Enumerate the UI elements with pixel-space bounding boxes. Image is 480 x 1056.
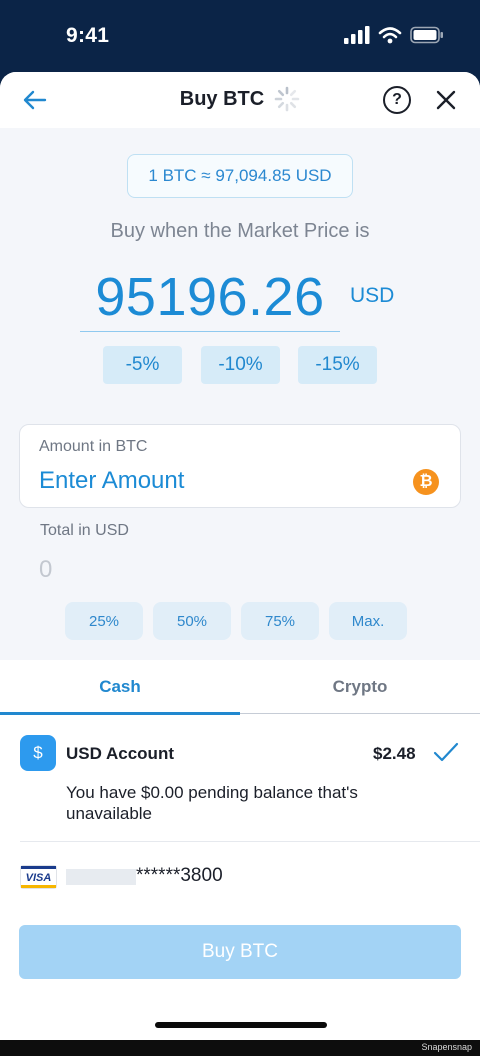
loading-spinner-icon xyxy=(274,86,300,112)
wifi-icon xyxy=(378,27,402,44)
close-button[interactable] xyxy=(432,86,460,114)
price-adjust-button[interactable]: -5% xyxy=(103,346,182,384)
page-title: Buy BTC xyxy=(179,87,265,110)
tab-cash-label: Cash xyxy=(99,677,141,696)
allocation-button[interactable]: 75% xyxy=(241,602,319,640)
dollar-icon: $ xyxy=(20,735,56,771)
market-price-input[interactable]: 95196.26 xyxy=(80,262,340,332)
status-time: 9:41 xyxy=(66,24,110,47)
account-balance: $2.48 xyxy=(373,744,416,763)
total-value: 0 xyxy=(39,556,53,583)
visa-card-icon: VISA xyxy=(20,865,57,889)
bitcoin-icon: ₿ xyxy=(413,469,439,495)
active-tab-indicator xyxy=(0,712,240,715)
payment-tabs: Cash Crypto xyxy=(0,660,480,715)
card-number: ******3800 xyxy=(136,865,223,886)
home-indicator xyxy=(155,1022,327,1028)
tab-crypto-label: Crypto xyxy=(332,677,388,696)
market-price-label: Buy when the Market Price is xyxy=(110,220,370,242)
card-option[interactable]: VISA ******3800 xyxy=(0,850,480,902)
divider xyxy=(20,841,480,842)
tab-cash[interactable]: Cash xyxy=(0,660,240,715)
visa-brand-text: VISA xyxy=(25,872,52,884)
status-icons xyxy=(344,26,444,44)
allocation-button[interactable]: Max. xyxy=(329,602,407,640)
order-form: 1 BTC ≈ 97,094.85 USD Buy when the Marke… xyxy=(0,128,480,660)
price-adjust-button[interactable]: -10% xyxy=(201,346,280,384)
account-name: USD Account xyxy=(66,744,174,763)
pending-balance-note: You have $0.00 pending balance that's un… xyxy=(66,783,358,823)
total-label: Total in USD xyxy=(40,522,129,539)
buy-button[interactable]: Buy BTC xyxy=(19,925,461,979)
card-name-redacted xyxy=(66,869,136,885)
checkmark-icon xyxy=(433,742,459,762)
market-price-row: 95196.26 USD xyxy=(80,262,420,332)
price-adjust-button[interactable]: -15% xyxy=(298,346,377,384)
usd-account-option[interactable]: $ USD Account $2.48 You have $0.00 pendi… xyxy=(0,720,480,842)
allocation-button[interactable]: 25% xyxy=(65,602,143,640)
battery-icon xyxy=(410,26,443,44)
help-button[interactable]: ? xyxy=(383,86,411,114)
visa-stripe-top xyxy=(21,866,56,869)
watermark: Snapensnap xyxy=(421,1042,472,1052)
amount-label: Amount in BTC xyxy=(39,438,148,455)
status-bar: 9:41 xyxy=(0,0,480,72)
visa-stripe-bottom xyxy=(21,885,56,888)
allocation-button[interactable]: 50% xyxy=(153,602,231,640)
amount-input[interactable]: Enter Amount xyxy=(39,467,184,495)
market-price-unit: USD xyxy=(350,284,395,307)
signal-icon xyxy=(344,26,370,44)
buy-sheet: Buy BTC ? 1 BTC ≈ 97,094.85 USD Buy when… xyxy=(0,72,480,1040)
close-icon xyxy=(436,90,456,110)
amount-field[interactable]: Amount in BTC Enter Amount ₿ xyxy=(19,424,461,508)
header: Buy BTC ? xyxy=(0,72,480,128)
watermark-bar: Snapensnap xyxy=(0,1040,480,1056)
tab-crypto[interactable]: Crypto xyxy=(240,660,480,714)
exchange-rate-badge: 1 BTC ≈ 97,094.85 USD xyxy=(127,154,353,198)
